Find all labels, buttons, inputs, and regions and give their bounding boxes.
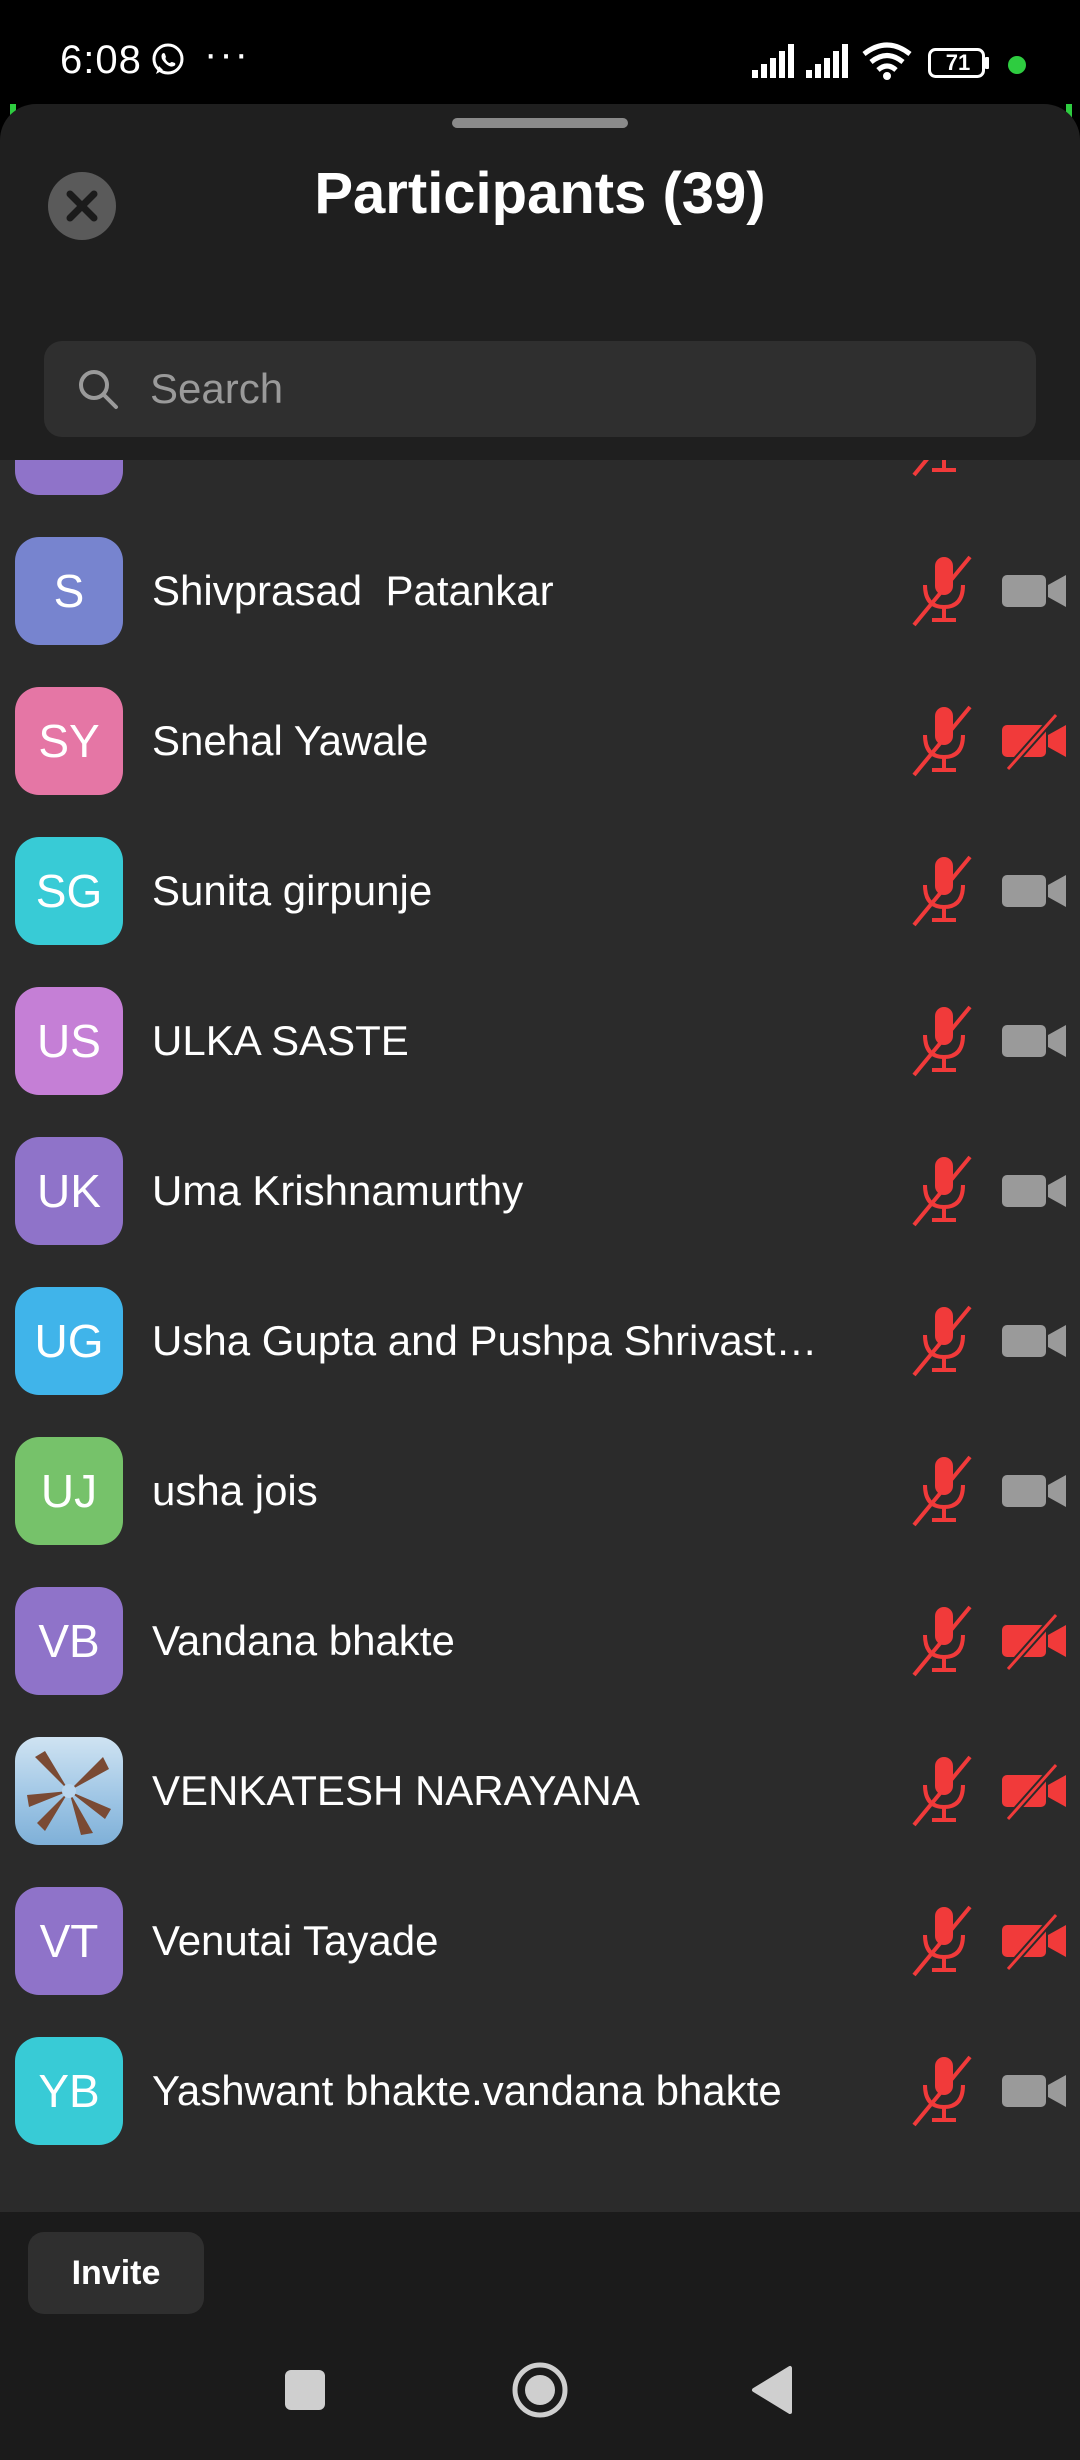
participant-name: Snehal Yawale — [152, 717, 429, 764]
participant-name: Seema Rewatkar — [152, 460, 832, 516]
avatar: S — [15, 537, 123, 645]
avatar: SY — [15, 687, 123, 795]
participant-row[interactable]: S Seema Rewatkar — [0, 460, 1080, 516]
avatar-initials: S — [53, 565, 85, 617]
video-off-icon[interactable] — [1000, 1911, 1068, 1971]
mic-muted-icon[interactable] — [908, 1303, 978, 1379]
avatar-initials: VB — [38, 1615, 100, 1667]
video-off-icon[interactable] — [1000, 711, 1068, 771]
avatar-initials: US — [37, 1015, 101, 1067]
avatar: US — [15, 987, 123, 1095]
more-dots-icon: ··· — [204, 32, 250, 76]
avatar-initials: UK — [37, 1165, 101, 1217]
video-icon[interactable] — [1000, 1011, 1068, 1071]
footer-bar: Invite — [0, 2212, 1080, 2332]
charging-dot-icon — [1008, 56, 1026, 74]
avatar — [15, 1737, 123, 1845]
mic-muted-icon[interactable] — [908, 460, 978, 479]
whatsapp-icon — [152, 43, 184, 75]
participant-row[interactable]: VB Vandana bhakte — [0, 1566, 1080, 1716]
participant-row[interactable]: VENKATESH NARAYANA — [0, 1716, 1080, 1866]
drag-handle[interactable] — [452, 118, 628, 128]
participant-row[interactable]: VT Venutai Tayade — [0, 1866, 1080, 2016]
mic-muted-icon[interactable] — [908, 1753, 978, 1829]
mic-muted-icon[interactable] — [908, 853, 978, 929]
participant-name: Venutai Tayade — [152, 1917, 439, 1964]
mic-muted-icon[interactable] — [908, 703, 978, 779]
participant-row[interactable]: UJ usha jois — [0, 1416, 1080, 1566]
system-nav-bar — [0, 2332, 1080, 2460]
mic-muted-icon[interactable] — [908, 1903, 978, 1979]
participant-name: ULKA SASTE — [152, 1017, 409, 1064]
participant-row[interactable]: SG Sunita girpunje — [0, 816, 1080, 966]
signal-icon — [806, 44, 848, 78]
video-icon[interactable] — [1000, 1461, 1068, 1521]
mic-muted-icon[interactable] — [908, 1003, 978, 1079]
battery-level: 71 — [945, 50, 971, 75]
video-off-icon[interactable] — [1000, 1761, 1068, 1821]
mic-muted-icon[interactable] — [908, 2053, 978, 2129]
participant-name: Vandana bhakte — [152, 1617, 455, 1664]
signal-icon — [752, 44, 794, 78]
avatar: UG — [15, 1287, 123, 1395]
search-icon — [79, 370, 118, 409]
avatar-initials: VT — [39, 1915, 99, 1967]
search-bar[interactable] — [44, 341, 1036, 437]
mic-muted-icon[interactable] — [908, 1153, 978, 1229]
avatar: VB — [15, 1587, 123, 1695]
invite-button[interactable]: Invite — [28, 2232, 204, 2314]
participant-name: usha jois — [152, 1467, 318, 1514]
avatar: S — [15, 460, 123, 495]
avatar: YB — [15, 2037, 123, 2145]
video-icon[interactable] — [1000, 861, 1068, 921]
status-bar: 6:08 ··· 71 — [0, 0, 1080, 105]
participants-sheet: Participants (39) S Seema Rewatkar S Shivpr… — [0, 104, 1080, 2332]
participant-name: Yashwant bhakte.vandana bhakte — [152, 2067, 782, 2114]
participant-row[interactable]: S Shivprasad Patankar — [0, 516, 1080, 666]
video-icon[interactable] — [1000, 460, 1068, 471]
page-title: Participants (39) — [314, 161, 766, 226]
avatar: VT — [15, 1887, 123, 1995]
participant-row[interactable]: UK Uma Krishnamurthy — [0, 1116, 1080, 1266]
video-icon[interactable] — [1000, 2061, 1068, 2121]
participant-name: Shivprasad Patankar — [152, 567, 554, 614]
video-off-icon[interactable] — [1000, 1611, 1068, 1671]
avatar: UJ — [15, 1437, 123, 1545]
participant-name: Sunita girpunje — [152, 867, 433, 914]
avatar-initials: S — [54, 460, 85, 468]
mic-muted-icon[interactable] — [908, 1603, 978, 1679]
video-icon[interactable] — [1000, 1311, 1068, 1371]
participant-row[interactable]: US ULKA SASTE — [0, 966, 1080, 1116]
avatar: SG — [15, 837, 123, 945]
avatar-initials: SG — [35, 865, 103, 917]
avatar-initials: SY — [38, 715, 100, 767]
back-triangle-icon[interactable] — [750, 2364, 796, 2416]
avatar-initials: UJ — [40, 1465, 98, 1517]
mic-muted-icon[interactable] — [908, 1453, 978, 1529]
participant-row[interactable]: SY Snehal Yawale — [0, 666, 1080, 816]
participant-name: Uma Krishnamurthy — [152, 1167, 524, 1214]
participant-name: VENKATESH NARAYANA — [152, 1767, 640, 1814]
home-circle-icon[interactable] — [510, 2360, 570, 2420]
status-time: 6:08 — [60, 38, 142, 82]
participant-row[interactable]: UG Usha Gupta and Pushpa Shrivast… — [0, 1266, 1080, 1416]
avatar: UK — [15, 1137, 123, 1245]
mic-muted-icon[interactable] — [908, 553, 978, 629]
participant-name: Usha Gupta and Pushpa Shrivast… — [152, 1317, 818, 1364]
avatar-initials: UG — [34, 1315, 104, 1367]
participant-list[interactable]: S Seema Rewatkar S Shivprasad Patankar SY Sne… — [0, 460, 1080, 2212]
search-input[interactable] — [150, 341, 1010, 437]
video-icon[interactable] — [1000, 1161, 1068, 1221]
wifi-icon — [862, 42, 912, 80]
video-icon[interactable] — [1000, 561, 1068, 621]
avatar-initials: YB — [38, 2065, 100, 2117]
participant-row[interactable]: YB Yashwant bhakte.vandana bhakte — [0, 2016, 1080, 2166]
recents-square-icon[interactable] — [285, 2370, 325, 2410]
